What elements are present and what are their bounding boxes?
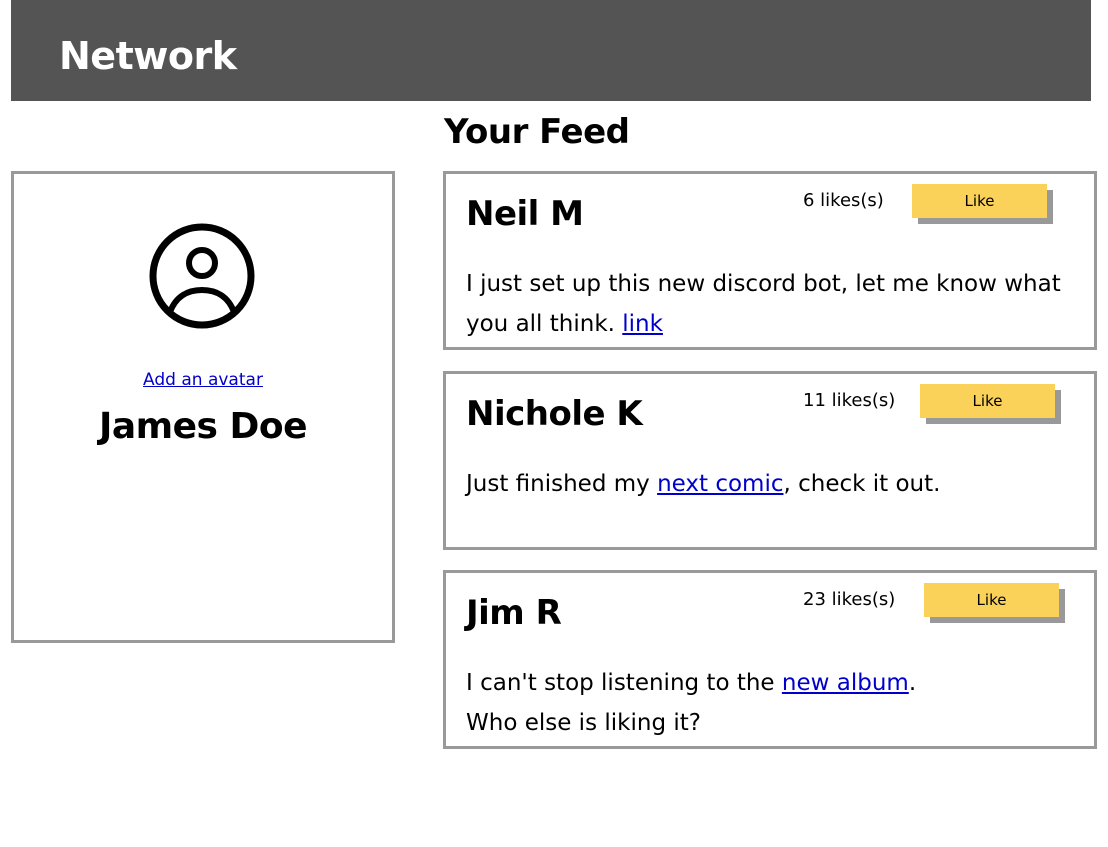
post-body: I can't stop listening to the new album.… bbox=[466, 663, 1094, 743]
feed-heading: Your Feed bbox=[444, 112, 630, 152]
like-button[interactable]: Like bbox=[924, 583, 1059, 617]
feed-post: Nichole K 11 likes(s) Like Just finished… bbox=[443, 371, 1097, 550]
like-button[interactable]: Like bbox=[920, 384, 1055, 418]
post-author: Nichole K bbox=[466, 394, 643, 434]
post-link[interactable]: link bbox=[622, 311, 663, 337]
post-text: Just finished my bbox=[466, 471, 658, 497]
add-avatar-link[interactable]: Add an avatar bbox=[14, 370, 392, 390]
user-circle-icon bbox=[149, 223, 255, 329]
like-button-wrapper: Like bbox=[924, 583, 1066, 623]
like-button-wrapper: Like bbox=[920, 384, 1062, 424]
post-text-end: , check it out. bbox=[783, 471, 941, 497]
app-title: Network bbox=[59, 34, 237, 78]
post-author: Jim R bbox=[466, 593, 562, 633]
post-body: I just set up this new discord bot, let … bbox=[466, 264, 1094, 344]
app-header: Network bbox=[11, 0, 1091, 101]
profile-name: James Doe bbox=[98, 406, 308, 447]
profile-card: Add an avatar James Doe bbox=[11, 171, 395, 643]
post-text: I can't stop listening to the bbox=[466, 670, 782, 696]
post-link[interactable]: next comic bbox=[657, 471, 783, 497]
post-text-end: . bbox=[908, 670, 917, 696]
post-like-count: 6 likes(s) bbox=[803, 190, 884, 211]
like-button-wrapper: Like bbox=[912, 184, 1054, 224]
post-link[interactable]: new album bbox=[782, 670, 909, 696]
feed-post: Neil M 6 likes(s) Like I just set up thi… bbox=[443, 171, 1097, 350]
like-button[interactable]: Like bbox=[912, 184, 1047, 218]
feed-post: Jim R 23 likes(s) Like I can't stop list… bbox=[443, 570, 1097, 749]
post-text: I just set up this new discord bot, let … bbox=[466, 271, 1061, 337]
post-text-line2: Who else is liking it? bbox=[466, 710, 701, 736]
post-like-count: 11 likes(s) bbox=[803, 390, 896, 411]
post-author: Neil M bbox=[466, 194, 584, 234]
post-body: Just finished my next comic, check it ou… bbox=[466, 464, 1094, 504]
post-like-count: 23 likes(s) bbox=[803, 589, 896, 610]
